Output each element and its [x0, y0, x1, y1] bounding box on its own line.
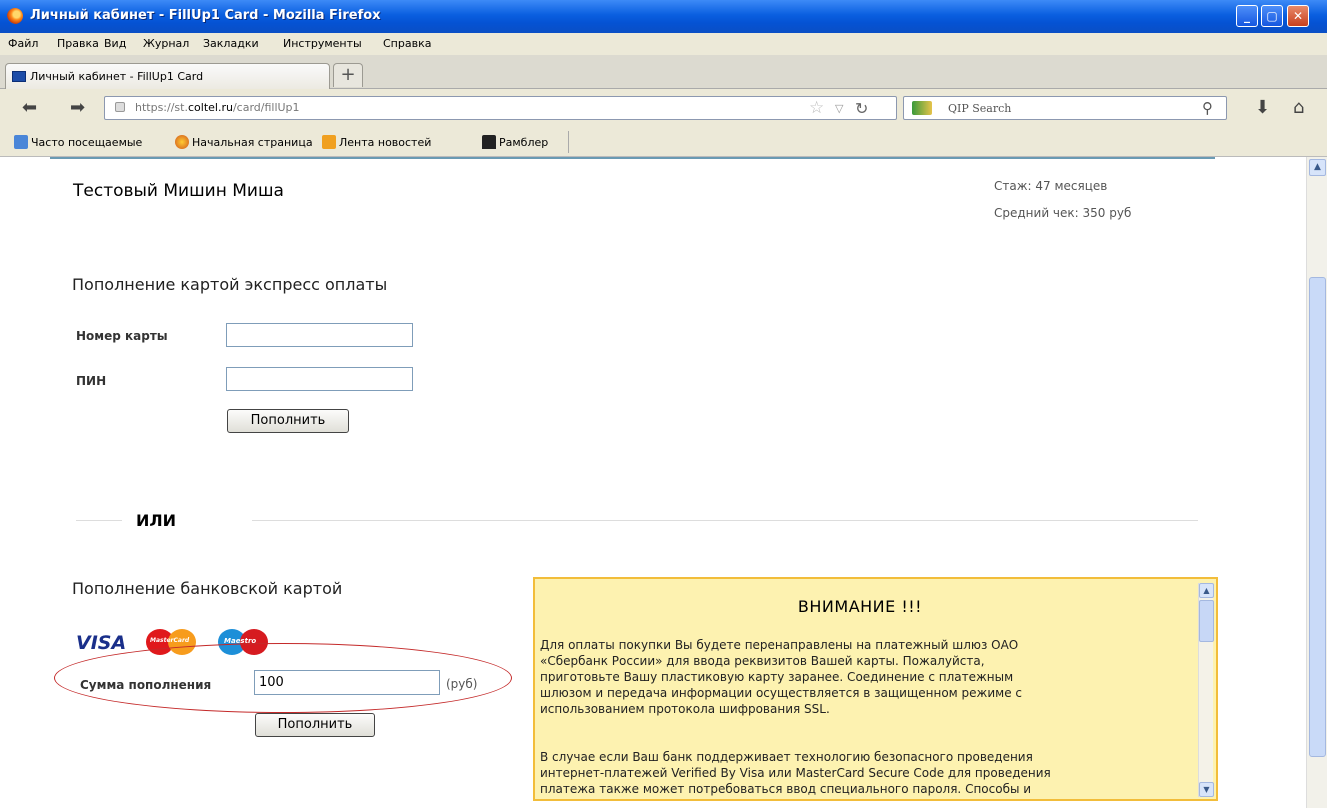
most-visited-icon	[14, 135, 28, 149]
firefox-icon	[7, 8, 23, 24]
url-text: https://st.coltel.ru/card/fillUp1	[135, 101, 300, 114]
search-bar[interactable]: QIP Search ⚲	[903, 96, 1227, 120]
tab-bar: Личный кабинет - FillUp1 Card +	[0, 55, 1327, 89]
url-path: /card/fillUp1	[232, 101, 300, 114]
menu-help[interactable]: Справка	[383, 37, 431, 50]
menu-bookmarks[interactable]: Закладки	[203, 37, 259, 50]
menu-edit[interactable]: Правка	[57, 37, 99, 50]
menu-view[interactable]: Вид	[104, 37, 126, 50]
start-page-icon	[175, 135, 189, 149]
back-arrow-icon[interactable]: ⬅	[22, 97, 37, 118]
bookmarks-toolbar: Часто посещаемые Начальная страница Лент…	[0, 127, 1327, 157]
bookmark-label: Лента новостей	[339, 136, 432, 149]
header-rule	[50, 157, 1215, 159]
tab-label: Личный кабинет - FillUp1 Card	[30, 70, 204, 83]
dropdown-arrow-icon[interactable]: ▽	[835, 102, 843, 115]
toolbar-divider	[568, 131, 569, 153]
or-separator: ИЛИ	[136, 511, 177, 530]
user-average-check: Средний чек: 350 руб	[994, 206, 1132, 220]
forward-arrow-icon[interactable]: ➡	[70, 97, 85, 118]
bookmark-rambler[interactable]: Рамблер	[482, 135, 548, 149]
page-scroll-up-icon[interactable]: ▲	[1309, 159, 1326, 176]
card-number-label: Номер карты	[76, 329, 168, 343]
scroll-up-icon[interactable]: ▲	[1199, 583, 1214, 598]
visa-logo: VISA	[76, 632, 127, 654]
menu-file[interactable]: Файл	[8, 37, 38, 50]
download-arrow-icon[interactable]: ⬇	[1255, 97, 1270, 118]
pin-input[interactable]	[226, 367, 413, 391]
card-number-input[interactable]	[226, 323, 413, 347]
close-button[interactable]: ✕	[1287, 5, 1309, 27]
page-scrollbar[interactable]: ▲	[1306, 157, 1327, 808]
divider-right	[252, 520, 1198, 521]
lock-icon	[115, 102, 125, 112]
divider-left	[76, 520, 122, 521]
new-tab-button[interactable]: +	[333, 63, 363, 87]
warning-box: ВНИМАНИЕ !!! Для оплаты покупки Вы будет…	[533, 577, 1218, 801]
currency-label: (руб)	[446, 677, 478, 691]
bank-section-title: Пополнение банковской картой	[72, 579, 343, 598]
url-bar[interactable]: https://st.coltel.ru/card/fillUp1 ☆ ▽ ↻	[104, 96, 897, 120]
page-scroll-thumb[interactable]	[1309, 277, 1326, 757]
reload-icon[interactable]: ↻	[855, 99, 868, 118]
mastercard-logo-text: MasterCard	[150, 637, 190, 644]
menu-bar: Файл Правка Вид Журнал Закладки Инструме…	[0, 33, 1327, 55]
user-tenure: Стаж: 47 месяцев	[994, 179, 1108, 193]
page-content: Тестовый Мишин Миша Стаж: 47 месяцев Сре…	[0, 157, 1306, 808]
search-engine-label: QIP Search	[948, 102, 1012, 115]
bookmark-most-visited[interactable]: Часто посещаемые	[14, 135, 142, 149]
warning-scroll-thumb[interactable]	[1199, 600, 1214, 642]
warning-paragraph-1: Для оплаты покупки Вы будете перенаправл…	[540, 637, 1190, 717]
site-favicon-icon	[12, 71, 26, 82]
bookmark-label: Начальная страница	[192, 136, 313, 149]
bookmark-start-page[interactable]: Начальная страница	[175, 135, 313, 149]
warning-line: использованием протокола шифрования SSL.	[540, 702, 830, 716]
warning-line: платежа также может потребоваться ввод с…	[540, 782, 1032, 796]
url-prefix: https://st.	[135, 101, 188, 114]
warning-line: интернет-платежей Verified By Visa или M…	[540, 766, 1051, 780]
bookmark-label: Рамблер	[499, 136, 549, 149]
rss-icon	[322, 135, 336, 149]
warning-scrollbar[interactable]: ▲ ▼	[1198, 583, 1214, 797]
qip-logo-icon[interactable]	[912, 101, 932, 115]
tab-active[interactable]: Личный кабинет - FillUp1 Card	[5, 63, 330, 89]
amount-input[interactable]: 100	[254, 670, 440, 695]
amount-label: Сумма пополнения	[80, 678, 212, 692]
bookmark-news-feed[interactable]: Лента новостей	[322, 135, 431, 149]
home-icon[interactable]: ⌂	[1293, 97, 1304, 118]
warning-line: «Сбербанк России» для ввода реквизитов В…	[540, 654, 985, 668]
url-domain: coltel.ru	[187, 101, 233, 114]
rambler-house-icon	[482, 135, 496, 149]
bookmark-label: Часто посещаемые	[31, 136, 143, 149]
bookmark-star-icon[interactable]: ☆	[809, 98, 824, 118]
express-section-title: Пополнение картой экспресс оплаты	[72, 275, 388, 294]
warning-title: ВНИМАНИЕ !!!	[797, 597, 923, 616]
warning-line: В случае если Ваш банк поддерживает техн…	[540, 750, 1033, 764]
navigation-bar: ⬅ ➡ https://st.coltel.ru/card/fillUp1 ☆ …	[0, 89, 1327, 127]
window-titlebar: Личный кабинет - FillUp1 Card - Mozilla …	[0, 0, 1327, 33]
maximize-button[interactable]: ▢	[1261, 5, 1283, 27]
warning-line: Для оплаты покупки Вы будете перенаправл…	[540, 638, 1019, 652]
pin-label: ПИН	[76, 374, 107, 388]
scroll-down-icon[interactable]: ▼	[1199, 782, 1214, 797]
window-title: Личный кабинет - FillUp1 Card - Mozilla …	[30, 8, 381, 23]
express-submit-button[interactable]: Пополнить	[227, 409, 349, 433]
minimize-button[interactable]: _	[1236, 5, 1258, 27]
warning-line: шлюзом и передача информации осуществляе…	[540, 686, 1022, 700]
menu-tools[interactable]: Инструменты	[283, 37, 362, 50]
search-icon[interactable]: ⚲	[1202, 99, 1213, 117]
warning-line: приготовьте Вашу пластиковую карту заран…	[540, 670, 1014, 684]
warning-paragraph-2: В случае если Ваш банк поддерживает техн…	[540, 749, 1190, 797]
menu-history[interactable]: Журнал	[143, 37, 189, 50]
user-name: Тестовый Мишин Миша	[73, 181, 284, 201]
bank-submit-button[interactable]: Пополнить	[255, 713, 375, 737]
